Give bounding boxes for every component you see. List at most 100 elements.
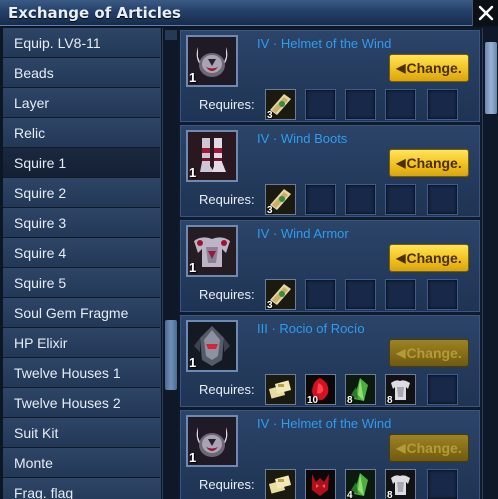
requirement-count: 8 bbox=[387, 395, 393, 406]
category-item[interactable]: Soul Gem Fragme bbox=[3, 298, 160, 328]
item-count: 1 bbox=[189, 70, 197, 85]
category-item[interactable]: Twelve Houses 2 bbox=[3, 388, 160, 418]
scroll-up-arrow[interactable] bbox=[165, 30, 177, 40]
requirement-count: 4 bbox=[347, 490, 353, 499]
empty-slot[interactable] bbox=[427, 374, 458, 405]
change-button[interactable]: ◀ Change. bbox=[389, 434, 469, 462]
exchange-card: 1 IV · Helmet of the Wind ◀ Change. Requires… bbox=[180, 30, 480, 122]
item-count: 1 bbox=[189, 165, 197, 180]
empty-slot[interactable] bbox=[385, 184, 416, 215]
requires-label: Requires: bbox=[199, 287, 255, 302]
arrow-left-icon: ◀ bbox=[396, 441, 406, 455]
empty-slot[interactable] bbox=[345, 89, 376, 120]
requires-label: Requires: bbox=[199, 192, 255, 207]
gold-bundle-icon[interactable] bbox=[265, 469, 296, 499]
item-name: IV · Wind Boots bbox=[257, 131, 348, 146]
gold-bundle-icon[interactable] bbox=[265, 374, 296, 405]
empty-slot[interactable] bbox=[385, 279, 416, 310]
change-button-label: Change. bbox=[406, 155, 462, 171]
requires-label: Requires: bbox=[199, 382, 255, 397]
change-button-label: Change. bbox=[406, 440, 462, 456]
category-item[interactable]: Squire 3 bbox=[3, 208, 160, 238]
category-list: Equip. LV8-11 Beads Layer Relic Squire 1 Squi… bbox=[3, 28, 161, 499]
empty-slot[interactable] bbox=[427, 279, 458, 310]
green-crystal-icon[interactable]: 8 bbox=[345, 374, 376, 406]
requirement-count: 8 bbox=[347, 395, 353, 406]
item-name: IV · Helmet of the Wind bbox=[257, 36, 392, 51]
exchange-card: 1 IV · Wind Boots ◀ Change. Requires: 3 bbox=[180, 125, 480, 217]
item-name: IV · Wind Armor bbox=[257, 226, 349, 241]
category-item[interactable]: Squire 2 bbox=[3, 178, 160, 208]
item-name: IV · Helmet of the Wind bbox=[257, 416, 392, 431]
window-title: Exchange of Articles bbox=[8, 4, 181, 22]
close-button[interactable] bbox=[472, 0, 498, 26]
empty-slot[interactable] bbox=[427, 89, 458, 120]
wind-helmet-icon[interactable]: 1 bbox=[186, 415, 238, 467]
category-item[interactable]: Squire 4 bbox=[3, 238, 160, 268]
arrow-left-icon: ◀ bbox=[396, 251, 406, 265]
arrow-left-icon: ◀ bbox=[396, 61, 406, 75]
change-button-label: Change. bbox=[406, 345, 462, 361]
category-item[interactable]: Twelve Houses 1 bbox=[3, 358, 160, 388]
item-count: 1 bbox=[189, 355, 197, 370]
empty-slot[interactable] bbox=[305, 279, 336, 310]
category-item[interactable]: Squire 5 bbox=[3, 268, 160, 298]
requirement-count: 10 bbox=[307, 395, 319, 406]
exchange-card: 1 IV · Helmet of the Wind ◀ Change. Requires… bbox=[180, 410, 480, 499]
category-item[interactable]: Monte bbox=[3, 448, 160, 478]
requirement-count: 3 bbox=[267, 205, 273, 216]
change-button-label: Change. bbox=[406, 250, 462, 266]
wind-armor-icon[interactable]: 1 bbox=[186, 225, 238, 277]
empty-slot[interactable] bbox=[427, 184, 458, 215]
requirement-count: 3 bbox=[267, 110, 273, 121]
scroll-icon[interactable]: 3 bbox=[265, 89, 296, 121]
item-count: 1 bbox=[189, 450, 197, 465]
category-item[interactable]: Relic bbox=[3, 118, 160, 148]
category-item[interactable]: Suit Kit bbox=[3, 418, 160, 448]
category-scrollbar[interactable] bbox=[162, 28, 178, 499]
category-item[interactable]: HP Elixir bbox=[3, 328, 160, 358]
requires-label: Requires: bbox=[199, 97, 255, 112]
requirement-count: 8 bbox=[387, 490, 393, 499]
silver-armor-icon[interactable]: 8 bbox=[385, 374, 416, 406]
category-item[interactable]: Equip. LV8-11 bbox=[3, 28, 160, 58]
empty-slot[interactable] bbox=[305, 184, 336, 215]
requires-label: Requires: bbox=[199, 477, 255, 492]
window-titlebar: Exchange of Articles bbox=[0, 0, 498, 26]
exchange-item-list: 1 IV · Helmet of the Wind ◀ Change. Requires… bbox=[178, 28, 482, 499]
category-scroll-thumb[interactable] bbox=[165, 320, 177, 390]
item-name: III · Rocio of Rocío bbox=[257, 321, 365, 336]
arrow-left-icon: ◀ bbox=[396, 346, 406, 360]
change-button[interactable]: ◀ Change. bbox=[389, 149, 469, 177]
arrow-left-icon: ◀ bbox=[396, 156, 406, 170]
wind-boots-icon[interactable]: 1 bbox=[186, 130, 238, 182]
exchange-card: 1 IV · Wind Armor ◀ Change. Requires: 3 bbox=[180, 220, 480, 312]
change-button-label: Change. bbox=[406, 60, 462, 76]
requirement-count: 3 bbox=[267, 300, 273, 311]
item-scroll-thumb[interactable] bbox=[485, 42, 497, 114]
green-crystal-icon[interactable]: 4 bbox=[345, 469, 376, 499]
change-button[interactable]: ◀ Change. bbox=[389, 339, 469, 367]
empty-slot[interactable] bbox=[345, 184, 376, 215]
scroll-icon[interactable]: 3 bbox=[265, 184, 296, 216]
red-gem-icon[interactable]: 10 bbox=[305, 374, 336, 406]
empty-slot[interactable] bbox=[305, 89, 336, 120]
category-item[interactable]: Beads bbox=[3, 58, 160, 88]
change-button[interactable]: ◀ Change. bbox=[389, 244, 469, 272]
item-count: 1 bbox=[189, 260, 197, 275]
empty-slot[interactable] bbox=[345, 279, 376, 310]
wind-helmet-icon[interactable]: 1 bbox=[186, 35, 238, 87]
red-demon-icon[interactable] bbox=[305, 469, 336, 499]
category-item[interactable]: Layer bbox=[3, 88, 160, 118]
empty-slot[interactable] bbox=[427, 469, 458, 499]
category-item[interactable]: Frag. flag bbox=[3, 478, 160, 499]
close-icon bbox=[478, 5, 493, 21]
silver-armor-icon[interactable]: 8 bbox=[385, 469, 416, 499]
item-scrollbar[interactable] bbox=[482, 28, 498, 499]
scroll-icon[interactable]: 3 bbox=[265, 279, 296, 311]
exchange-card: 1 III · Rocio of Rocío ◀ Change. Requires: 1… bbox=[180, 315, 480, 407]
category-item[interactable]: Squire 1 bbox=[3, 148, 160, 178]
rocio-helmet-icon[interactable]: 1 bbox=[186, 320, 238, 372]
empty-slot[interactable] bbox=[385, 89, 416, 120]
change-button[interactable]: ◀ Change. bbox=[389, 54, 469, 82]
